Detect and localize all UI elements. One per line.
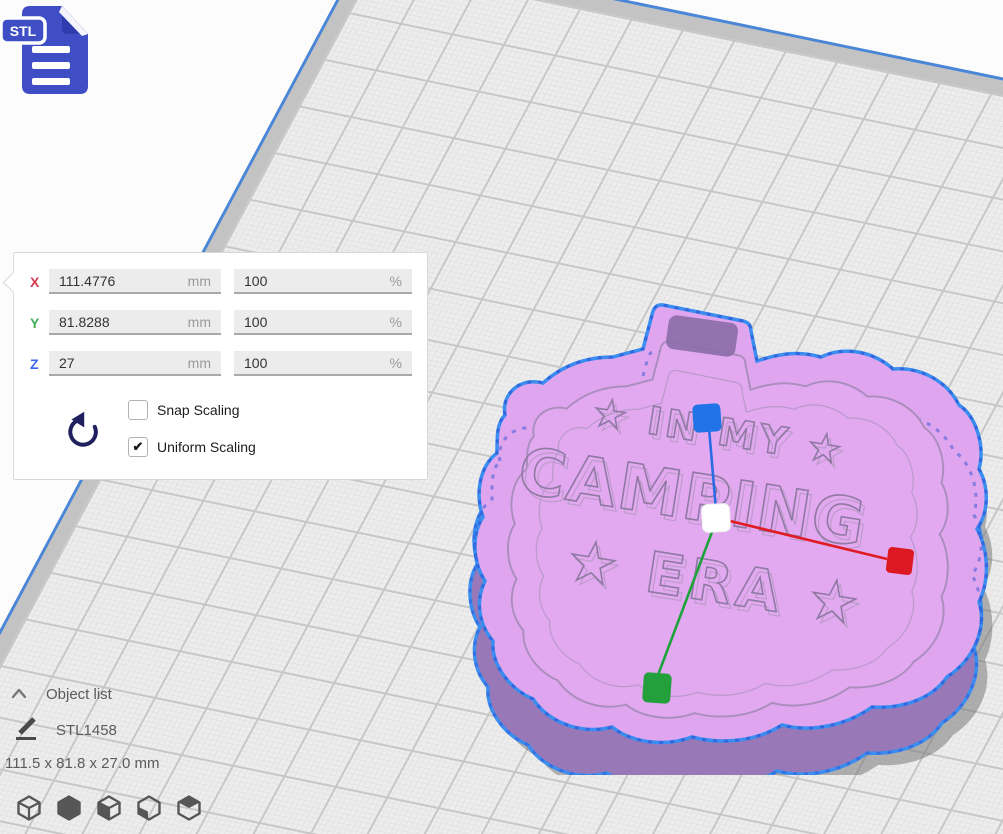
- x-scale-handle[interactable]: [886, 547, 915, 576]
- y-size-input[interactable]: 81.8288 mm: [49, 310, 221, 335]
- y-axis-label: Y: [30, 310, 39, 337]
- edit-pencil-icon[interactable]: [13, 716, 39, 743]
- view-cube-solid-icon[interactable]: [54, 793, 84, 823]
- y-percent-input[interactable]: 100 %: [234, 310, 412, 335]
- uniform-scaling-checkbox[interactable]: ✔: [128, 437, 148, 457]
- y-size-unit: mm: [188, 310, 211, 333]
- scale-row-y: Y 81.8288 mm 100 %: [14, 310, 427, 337]
- model-dimensions-label: 111.5 x 81.8 x 27.0 mm: [5, 755, 160, 772]
- z-scale-handle[interactable]: [692, 403, 722, 433]
- z-axis-label: Z: [30, 351, 39, 378]
- x-percent-unit: %: [390, 269, 402, 292]
- freshie-mold-model[interactable]: ★ IN MY ★ CAMPING ★ ERA ★ ★ IN MY ★ CAMP…: [470, 305, 986, 775]
- chevron-up-icon[interactable]: [11, 687, 27, 699]
- z-percent-unit: %: [390, 351, 402, 374]
- model-canvas: ★ IN MY ★ CAMPING ★ ERA ★ ★ IN MY ★ CAMP…: [425, 295, 1003, 775]
- z-size-input[interactable]: 27 mm: [49, 351, 221, 376]
- scale-tool-panel: X 111.4776 mm 100 % Y 81.8288 mm 100 % Z: [13, 252, 428, 480]
- scale-row-x: X 111.4776 mm 100 %: [14, 269, 427, 296]
- stl-file-icon: STL: [0, 2, 92, 98]
- view-cube-wireframe-icon[interactable]: [14, 793, 44, 823]
- reset-scale-button[interactable]: [62, 408, 102, 450]
- uniform-scaling-row: ✔ Uniform Scaling: [128, 437, 256, 457]
- y-scale-handle[interactable]: [642, 672, 672, 704]
- z-percent-input[interactable]: 100 %: [234, 351, 412, 376]
- z-size-unit: mm: [188, 351, 211, 374]
- x-axis-label: X: [30, 269, 39, 296]
- uniform-scaling-label: Uniform Scaling: [157, 439, 256, 455]
- center-scale-handle[interactable]: [701, 503, 730, 532]
- y-percent-unit: %: [390, 310, 402, 333]
- x-percent-input[interactable]: 100 %: [234, 269, 412, 294]
- x-size-unit: mm: [188, 269, 211, 292]
- snap-scaling-checkbox[interactable]: [128, 400, 148, 420]
- view-mode-toolbar: [14, 793, 204, 823]
- view-cube-corner-icon[interactable]: [134, 793, 164, 823]
- checkmark-icon: ✔: [133, 439, 144, 455]
- view-cube-left-face-icon[interactable]: [94, 793, 124, 823]
- view-cube-top-face-icon[interactable]: [174, 793, 204, 823]
- 3d-viewport[interactable]: ★ IN MY ★ CAMPING ★ ERA ★ ★ IN MY ★ CAMP…: [0, 0, 1003, 834]
- snap-scaling-label: Snap Scaling: [157, 402, 240, 418]
- object-item-name[interactable]: STL1458: [56, 722, 117, 739]
- scale-row-z: Z 27 mm 100 %: [14, 351, 427, 378]
- object-list-title[interactable]: Object list: [46, 686, 112, 703]
- snap-scaling-row: Snap Scaling: [128, 400, 240, 420]
- stl-badge-label: STL: [10, 23, 37, 39]
- x-size-input[interactable]: 111.4776 mm: [49, 269, 221, 294]
